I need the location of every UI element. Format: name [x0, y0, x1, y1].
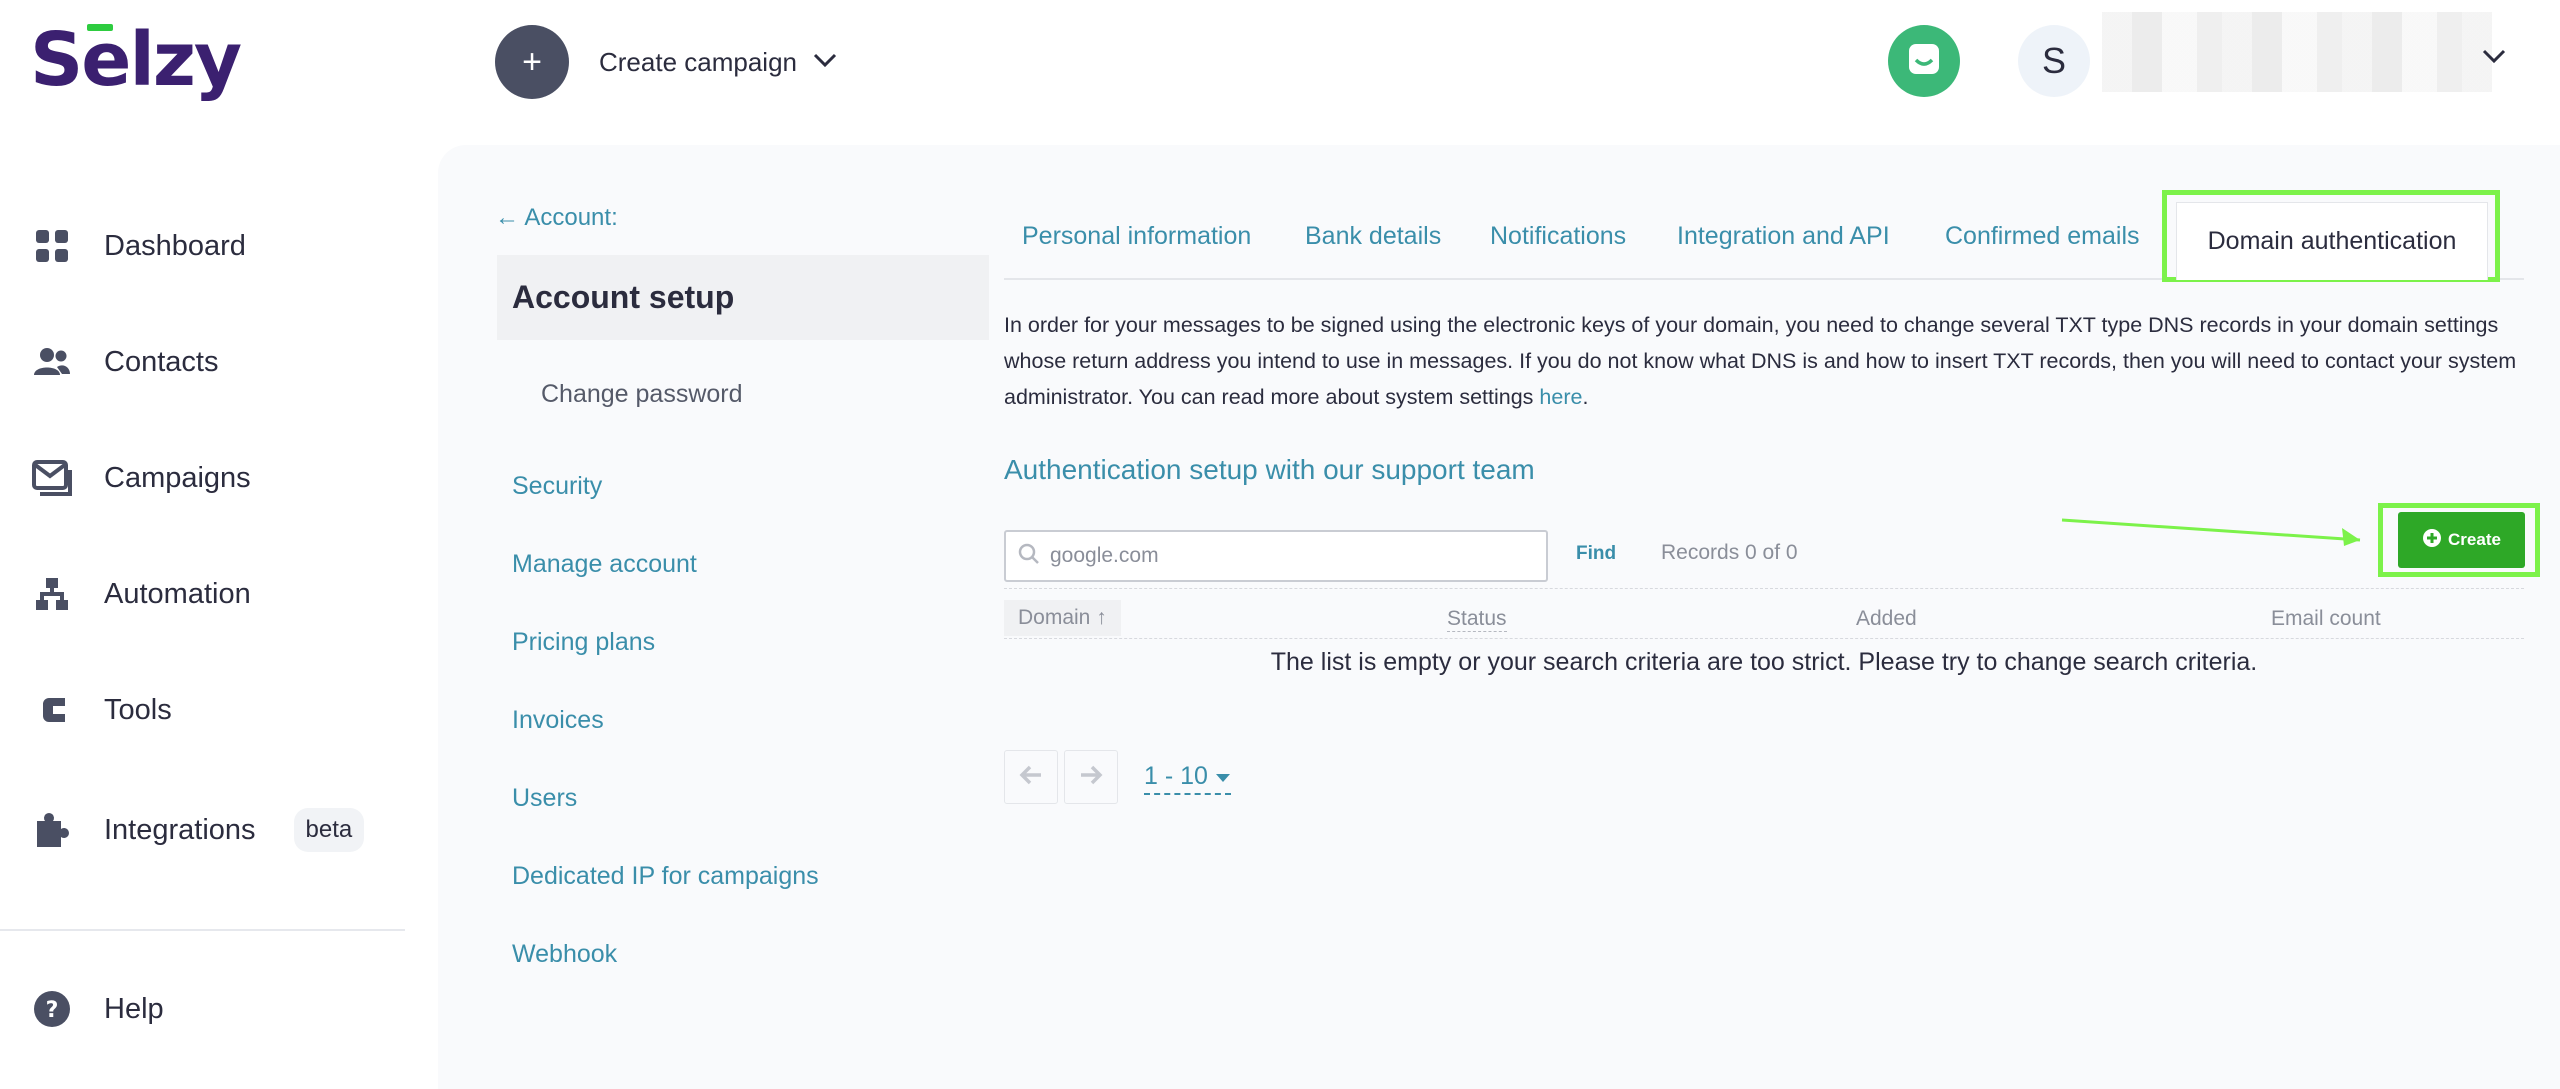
- contacts-icon: [32, 342, 72, 382]
- caret-down-icon: [1215, 762, 1231, 790]
- sidebar-item-automation[interactable]: Automation: [32, 564, 251, 624]
- search-icon: [1018, 543, 1040, 570]
- table-divider: [1004, 588, 2524, 589]
- plus-icon: +: [495, 25, 569, 99]
- account-link-webhook[interactable]: Webhook: [512, 940, 617, 969]
- here-link[interactable]: here: [1539, 385, 1582, 409]
- records-count: Records 0 of 0: [1661, 541, 1798, 564]
- logo-accent-bar: [87, 24, 113, 31]
- empty-table-message: The list is empty or your search criteri…: [1270, 648, 2258, 676]
- logo-text: Selzy: [30, 17, 242, 103]
- create-button[interactable]: Create: [2398, 512, 2525, 568]
- account-link-security[interactable]: Security: [512, 472, 602, 501]
- arrow-right-icon: [1079, 765, 1103, 790]
- sidebar-divider: [0, 929, 405, 931]
- account-link-invoices[interactable]: Invoices: [512, 706, 604, 735]
- sidebar-item-label: Automation: [104, 577, 251, 610]
- account-link-manage-account[interactable]: Manage account: [512, 550, 697, 579]
- chat-icon: [1907, 42, 1941, 81]
- automation-icon: [32, 574, 72, 614]
- tab-domain-authentication[interactable]: Domain authentication: [2176, 202, 2488, 280]
- change-password-link[interactable]: Change password: [541, 380, 743, 409]
- sidebar-item-label: Contacts: [104, 345, 219, 378]
- column-header-added[interactable]: Added: [1856, 607, 1917, 631]
- section-title: Authentication setup with our support te…: [1004, 454, 1535, 485]
- create-campaign-label: Create campaign: [599, 46, 797, 77]
- account-link-users[interactable]: Users: [512, 784, 577, 813]
- column-header-status[interactable]: Status: [1447, 607, 1507, 632]
- search-field[interactable]: [1004, 530, 1548, 582]
- sidebar-item-help[interactable]: ? Help: [32, 979, 164, 1039]
- create-button-label: Create: [2448, 530, 2501, 549]
- annotation-arrow: [2061, 518, 2361, 546]
- tab-integration-and-api[interactable]: Integration and API: [1677, 222, 1890, 251]
- sidebar-item-campaigns[interactable]: Campaigns: [32, 448, 251, 508]
- arrow-left-icon: [1019, 765, 1043, 790]
- sidebar-item-dashboard[interactable]: Dashboard: [32, 216, 246, 276]
- search-input[interactable]: [1050, 544, 1530, 568]
- dashboard-icon: [32, 226, 72, 266]
- column-header-domain[interactable]: Domain ↑: [1004, 600, 1121, 636]
- sidebar-item-tools[interactable]: Tools: [32, 680, 172, 740]
- create-campaign-button[interactable]: + Create campaign: [495, 25, 837, 99]
- sidebar-item-label: Campaigns: [104, 461, 251, 494]
- user-name-redacted: [2102, 12, 2492, 92]
- sidebar-item-integrations[interactable]: Integrations beta: [32, 800, 365, 860]
- find-button[interactable]: Find: [1576, 543, 1616, 565]
- avatar[interactable]: S: [2018, 25, 2090, 97]
- chevron-down-icon[interactable]: [2482, 48, 2506, 69]
- sidebar-item-label: Integrations: [104, 813, 256, 846]
- column-header-email-count[interactable]: Email count: [2271, 607, 2381, 631]
- tab-notifications[interactable]: Notifications: [1490, 222, 1626, 251]
- beta-badge: beta: [293, 808, 365, 852]
- back-to-account-link[interactable]: ← Account:: [495, 204, 618, 232]
- sidebar-item-label: Tools: [104, 693, 172, 726]
- svg-text:?: ?: [46, 998, 59, 1023]
- chat-button[interactable]: [1888, 25, 1960, 97]
- account-setup-heading: Account setup: [497, 255, 989, 340]
- account-tabs: Personal information Bank details Notifi…: [1004, 190, 2524, 282]
- tab-confirmed-emails[interactable]: Confirmed emails: [1945, 222, 2140, 251]
- tab-personal-information[interactable]: Personal information: [1022, 222, 1251, 251]
- next-page-button[interactable]: [1064, 750, 1118, 804]
- puzzle-icon: [32, 810, 72, 850]
- chevron-down-icon: [813, 52, 837, 73]
- prev-page-button[interactable]: [1004, 750, 1058, 804]
- account-link-pricing-plans[interactable]: Pricing plans: [512, 628, 655, 657]
- plus-circle-icon: [2422, 528, 2442, 553]
- sidebar-item-label: Dashboard: [104, 229, 246, 262]
- intro-text: In order for your messages to be signed …: [1004, 313, 2517, 409]
- selzy-logo[interactable]: Selzy: [30, 20, 250, 100]
- help-icon: ?: [32, 989, 72, 1029]
- account-link-dedicated-ip[interactable]: Dedicated IP for campaigns: [512, 862, 819, 891]
- sidebar-item-contacts[interactable]: Contacts: [32, 332, 218, 392]
- table-divider: [1004, 638, 2524, 639]
- page-size-select[interactable]: 1 - 10: [1144, 762, 1231, 795]
- tab-bank-details[interactable]: Bank details: [1305, 222, 1441, 251]
- sidebar-item-label: Help: [104, 992, 164, 1025]
- tools-icon: [32, 690, 72, 730]
- campaigns-icon: [32, 458, 72, 498]
